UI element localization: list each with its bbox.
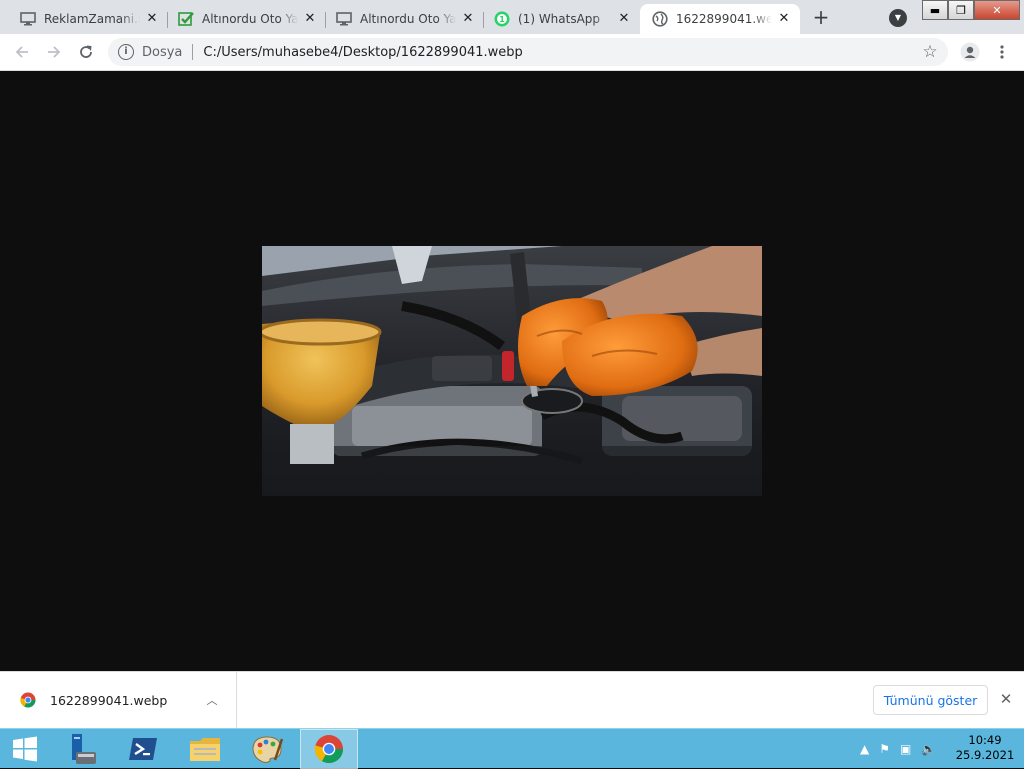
svg-text:1: 1 [499, 15, 505, 24]
forward-button[interactable] [40, 38, 68, 66]
file-explorer-button[interactable] [182, 729, 228, 769]
download-shelf: 1622899041.webp ︿ Tümünü göster ✕ [0, 671, 1024, 728]
file-chip: Dosya [142, 44, 183, 60]
close-icon[interactable]: ✕ [302, 11, 318, 27]
chrome-taskbar-button[interactable] [300, 729, 358, 769]
tab-whatsapp[interactable]: 1 (1) WhatsApp ✕ [482, 4, 640, 34]
show-all-downloads-button[interactable]: Tümünü göster [873, 685, 988, 715]
image-viewer [0, 71, 1024, 671]
green-check-icon [178, 11, 194, 27]
displayed-image[interactable] [262, 246, 762, 496]
close-icon[interactable]: ✕ [460, 11, 476, 27]
address-bar[interactable]: i Dosya C:/Users/muhasebe4/Desktop/16228… [108, 38, 948, 66]
window-close-button[interactable]: ✕ [974, 0, 1020, 20]
system-tray: ▲ ⚑ ▣ 🔈 [855, 729, 941, 769]
close-icon[interactable]: ✕ [144, 11, 160, 27]
action-center-flag-icon[interactable]: ⚑ [879, 742, 890, 756]
server-manager-button[interactable] [58, 729, 104, 769]
tab-altinordu-1[interactable]: Altınordu Oto Yağ ✕ [166, 4, 326, 34]
tab-title: ReklamZamani.Net [44, 12, 140, 26]
windows-taskbar: ▲ ⚑ ▣ 🔈 10:49 25.9.2021 [0, 728, 1024, 769]
monitor-icon [336, 11, 352, 27]
menu-button[interactable] [988, 38, 1016, 66]
download-item[interactable]: 1622899041.webp ︿ [0, 672, 237, 728]
reload-icon [80, 45, 92, 58]
chrome-file-icon [20, 692, 36, 708]
server-manager-icon [72, 734, 96, 764]
tab-altinordu-2[interactable]: Altınordu Oto Yağ ✕ [324, 4, 484, 34]
back-button[interactable] [8, 38, 36, 66]
paint-button[interactable] [244, 729, 290, 769]
kebab-menu-icon [1000, 45, 1004, 59]
tab-title: (1) WhatsApp [518, 12, 601, 26]
profile-button[interactable] [956, 38, 984, 66]
download-file-name: 1622899041.webp [50, 692, 168, 708]
tab-title: Altınordu Oto Yağ [360, 12, 456, 26]
engine-photo [262, 246, 762, 496]
tab-title: 1622899041.webp [676, 12, 772, 26]
powershell-icon [129, 738, 157, 760]
volume-icon[interactable]: 🔈 [921, 742, 936, 756]
clock-time: 10:49 [968, 733, 1002, 747]
tab-active-image[interactable]: 1622899041.webp ✕ [640, 4, 800, 34]
url-text[interactable]: C:/Users/muhasebe4/Desktop/1622899041.we… [203, 45, 920, 60]
monitor-icon [20, 11, 36, 27]
forward-arrow-icon [48, 46, 61, 58]
whatsapp-icon: 1 [494, 11, 510, 27]
close-icon[interactable]: ✕ [776, 11, 792, 27]
network-icon[interactable]: ▣ [900, 742, 911, 756]
back-arrow-icon [15, 46, 28, 58]
show-hidden-icons-icon[interactable]: ▲ [860, 742, 869, 756]
tab-search-icon[interactable]: ▼ [889, 9, 907, 27]
tab-title: Altınordu Oto Yağ [202, 12, 298, 26]
powershell-button[interactable] [120, 729, 166, 769]
tab-reklamzamani[interactable]: ReklamZamani.Net ✕ [8, 4, 168, 34]
chevron-up-icon[interactable]: ︿ [204, 692, 220, 708]
browser-toolbar: i Dosya C:/Users/muhasebe4/Desktop/16228… [0, 34, 1024, 71]
system-clock[interactable]: 10:49 25.9.2021 [950, 733, 1020, 763]
info-icon[interactable]: i [118, 44, 134, 60]
windows-logo-icon [13, 736, 37, 762]
star-icon[interactable]: ☆ [920, 42, 940, 62]
reload-button[interactable] [72, 38, 100, 66]
minimize-button[interactable]: ▬ [922, 0, 948, 20]
close-shelf-button[interactable]: ✕ [997, 690, 1015, 708]
tab-strip: ReklamZamani.Net ✕ Altınordu Oto Yağ ✕ A… [0, 0, 1024, 34]
folder-icon [190, 738, 220, 761]
start-button[interactable] [4, 729, 46, 769]
globe-icon [652, 11, 668, 27]
divider [192, 44, 194, 60]
clock-date: 25.9.2021 [955, 748, 1015, 762]
profile-icon [960, 42, 980, 62]
close-icon[interactable]: ✕ [616, 11, 632, 27]
paint-palette-icon [252, 736, 283, 763]
chrome-icon [314, 735, 343, 763]
restore-button[interactable]: ❐ [948, 0, 974, 20]
new-tab-button[interactable]: + [808, 6, 834, 30]
